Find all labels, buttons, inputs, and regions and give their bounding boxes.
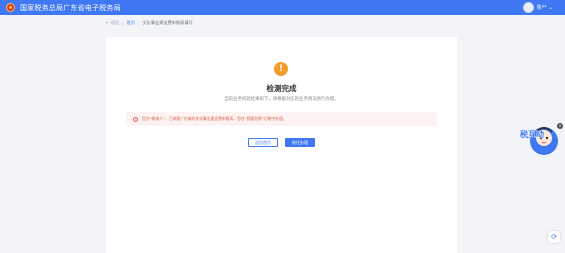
warning-icon: !	[274, 62, 288, 76]
notice-text: 您为“微电人”，已申报广东省的文化事业建设费申报表，您在“我要办税”功能中处理。	[142, 116, 287, 121]
info-circle-icon: !	[133, 116, 138, 122]
notice-banner: ! 您为“微电人”，已申报广东省的文化事业建设费申报表，您在“我要办税”功能中处…	[126, 112, 437, 126]
breadcrumb-separator: /	[138, 20, 140, 26]
action-buttons: 返回首页 前往办理	[106, 138, 457, 147]
back-link[interactable]: ← 返回	[106, 20, 119, 26]
avatar[interactable]	[522, 2, 534, 13]
breadcrumb-home-link[interactable]: 首页	[127, 20, 135, 26]
site-title: 国家税务总局广东省电子税务局	[20, 3, 121, 12]
top-header: 国家税务总局广东省电子税务局 陈** ⌄	[0, 0, 565, 15]
chevron-down-icon[interactable]: ⌄	[549, 5, 553, 11]
breadcrumb-current: 文化事业建设费申报表填写	[142, 20, 193, 25]
breadcrumb-separator: |	[122, 20, 124, 26]
go-handle-button[interactable]: 前往办理	[285, 138, 315, 147]
tax-emblem-icon	[6, 3, 15, 12]
user-name[interactable]: 陈**	[537, 4, 547, 11]
result-title: 检测完成	[266, 84, 297, 93]
mascot-eye	[545, 136, 549, 140]
back-home-button[interactable]: 返回首页	[248, 138, 278, 147]
close-icon[interactable]: ×	[557, 123, 563, 129]
result-card: ! 检测完成 当前业务校验结果如下，请根据对应的业务情况进行办理。 ! 您为“微…	[106, 37, 457, 253]
help-float-icon[interactable]: ⟳	[548, 231, 560, 243]
breadcrumb: ← 返回 | 首页 / 文化事业建设费申报表填写	[106, 20, 193, 26]
result-subtitle: 当前业务校验结果如下，请根据对应的业务情况进行办理。	[224, 97, 339, 102]
mascot-label: 税互动	[520, 129, 544, 139]
mascot-assistant[interactable]: 税互动	[520, 117, 558, 163]
user-menu[interactable]: 陈** ⌄	[522, 2, 553, 13]
